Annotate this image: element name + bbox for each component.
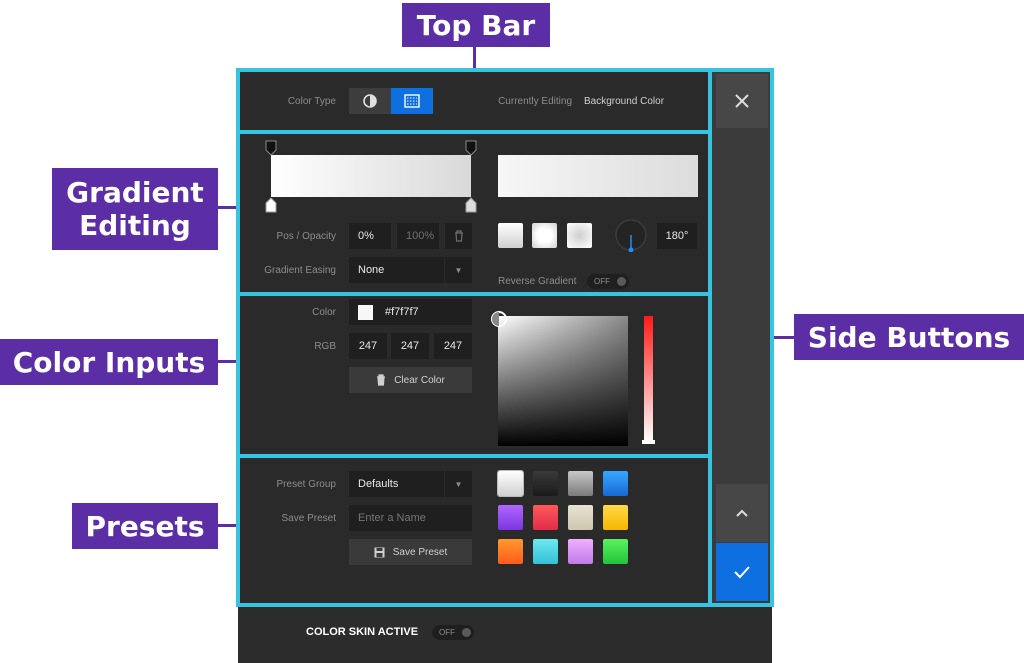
toggle-knob	[462, 628, 471, 637]
connector-line	[772, 336, 794, 339]
side-buttons-outline	[708, 68, 774, 607]
callout-presets: Presets	[72, 503, 218, 549]
color-inputs-outline	[236, 292, 712, 458]
connector-line	[218, 524, 238, 527]
color-skin-label: COLOR SKIN ACTIVE	[306, 626, 419, 638]
connector-line	[473, 47, 476, 69]
presets-outline	[236, 454, 712, 607]
top-bar-outline	[236, 68, 712, 134]
color-skin-toggle-text: OFF	[439, 628, 455, 637]
connector-line	[218, 360, 238, 363]
connector-line	[218, 206, 238, 209]
gradient-editing-outline	[236, 130, 712, 296]
callout-gradient-editing: Gradient Editing	[52, 168, 218, 250]
callout-top-bar: Top Bar	[402, 3, 550, 47]
callout-side-buttons: Side Buttons	[794, 314, 1024, 360]
callout-color-inputs: Color Inputs	[0, 339, 218, 385]
color-skin-toggle[interactable]: OFF	[432, 625, 474, 640]
